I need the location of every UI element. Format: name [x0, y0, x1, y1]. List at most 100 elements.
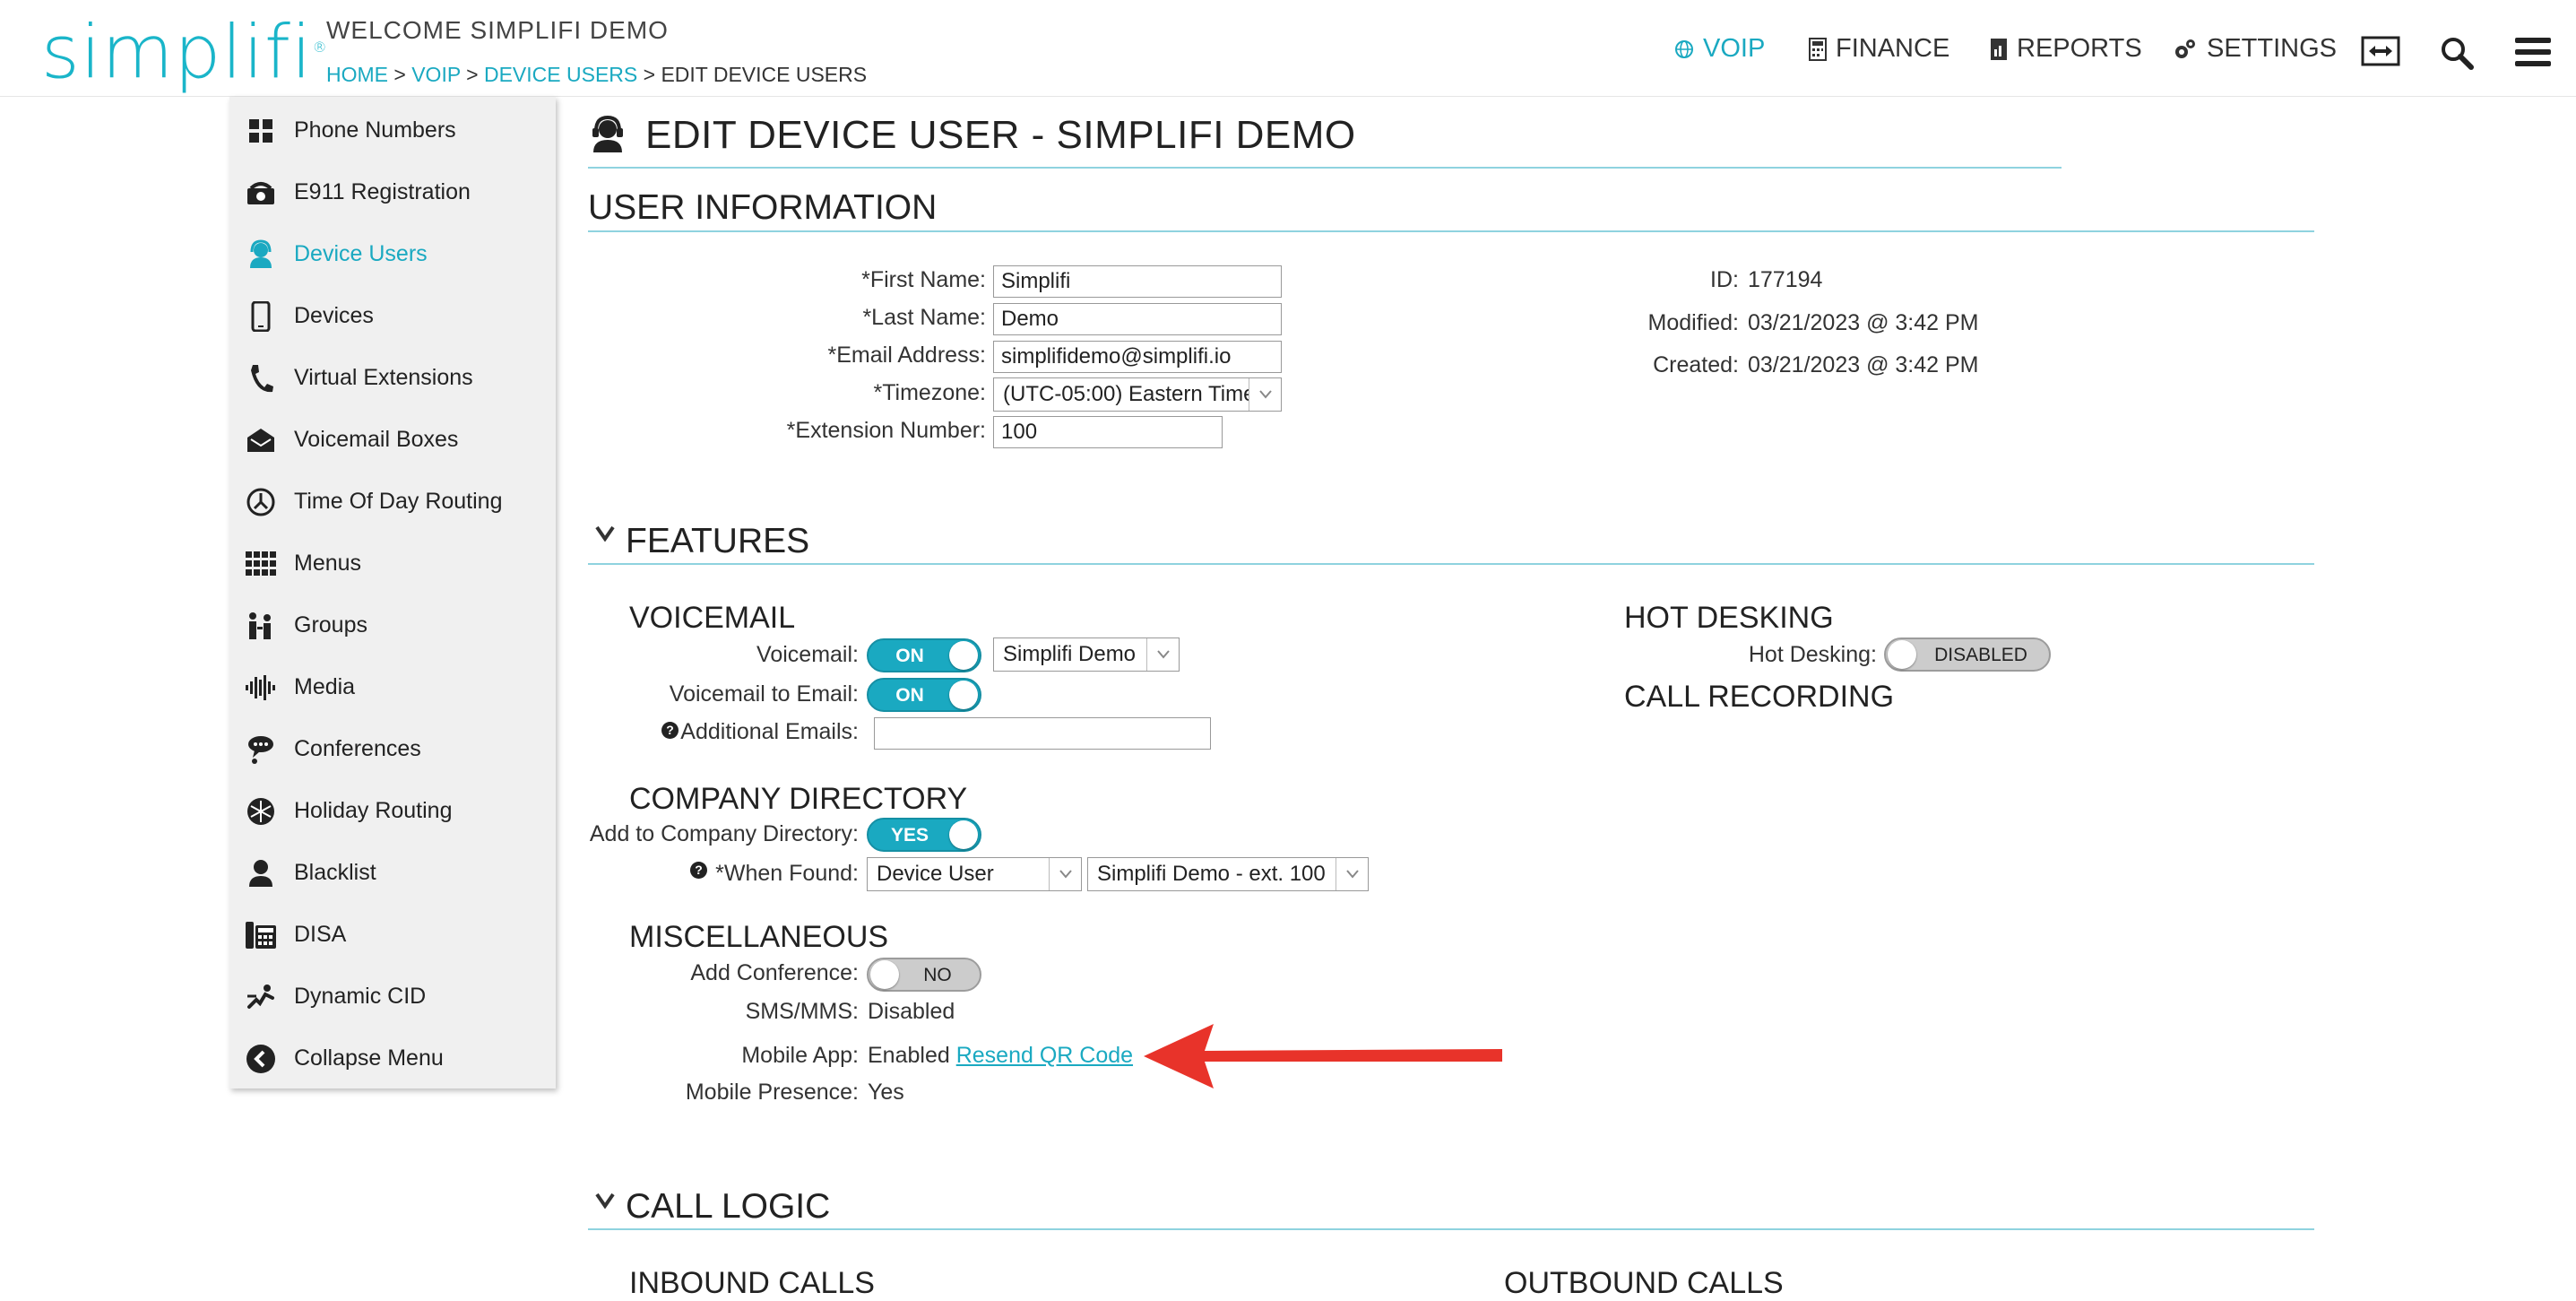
- running-person-icon: [244, 980, 278, 1014]
- sidebar-item-time-of-day-routing[interactable]: Time Of Day Routing: [229, 471, 556, 533]
- chevron-down-icon: [1049, 858, 1081, 890]
- additional-emails-label: Additional Emails:: [680, 719, 859, 744]
- sidebar-item-groups[interactable]: Groups: [229, 594, 556, 656]
- search-icon[interactable]: [2440, 36, 2474, 74]
- snowflake-icon: [244, 794, 278, 828]
- id-value: 177194: [1748, 267, 1823, 292]
- features-collapse-chevron-icon[interactable]: [595, 525, 615, 546]
- sidebar-item-virtual-extensions[interactable]: Virtual Extensions: [229, 347, 556, 409]
- sidebar-item-label: Conferences: [294, 736, 421, 761]
- sidebar-item-menus[interactable]: Menus: [229, 533, 556, 594]
- open-envelope-icon: [244, 423, 278, 457]
- extension-number-input[interactable]: [993, 416, 1223, 448]
- toggle-knob: [1888, 640, 1916, 669]
- nav-settings-label: SETTINGS: [2207, 34, 2338, 63]
- sms-mms-label: SMS/MMS:: [745, 999, 859, 1024]
- voicemail-to-email-label: Voicemail to Email:: [669, 681, 859, 707]
- sidebar-item-label: Menus: [294, 551, 362, 576]
- timezone-label: *Timezone:: [873, 380, 986, 405]
- voicemail-toggle[interactable]: ON: [867, 638, 981, 672]
- sidebar-item-label: Blacklist: [294, 860, 376, 885]
- add-to-company-directory-label: Add to Company Directory:: [589, 821, 859, 846]
- breadcrumb-sep: >: [643, 63, 656, 86]
- simplifi-logo[interactable]: simplifi®: [41, 7, 328, 93]
- blocked-user-icon: [244, 856, 278, 890]
- created-label: Created:: [1653, 352, 1739, 377]
- clock-icon: [244, 485, 278, 519]
- mobile-presence-value: Yes: [868, 1080, 904, 1105]
- voicemail-box-select[interactable]: Simplifi Demo: [993, 637, 1180, 672]
- hot-desking-heading: HOT DESKING: [1624, 601, 1834, 635]
- voicemail-label: Voicemail:: [756, 642, 859, 667]
- page-title: EDIT DEVICE USER - SIMPLIFI DEMO: [645, 113, 1356, 157]
- sidebar-item-label: Voicemail Boxes: [294, 427, 459, 452]
- sidebar-item-media[interactable]: Media: [229, 656, 556, 718]
- breadcrumb-voip[interactable]: VOIP: [411, 63, 461, 86]
- call-recording-heading: CALL RECORDING: [1624, 680, 1895, 714]
- nav-reports-label: REPORTS: [2017, 34, 2142, 63]
- calculator-icon: [1809, 37, 1827, 61]
- nav-finance[interactable]: FINANCE: [1809, 34, 1949, 64]
- sidebar-menu: Phone Numbers E911 Registration Device U…: [229, 97, 556, 1089]
- sidebar-item-e911-registration[interactable]: E911 Registration: [229, 161, 556, 223]
- voicemail-to-email-toggle[interactable]: ON: [867, 678, 981, 712]
- sidebar-item-dynamic-cid[interactable]: Dynamic CID: [229, 966, 556, 1028]
- call-logic-collapse-chevron-icon[interactable]: [595, 1193, 615, 1213]
- voicemail-box-value: Simplifi Demo: [1003, 642, 1137, 666]
- id-label: ID:: [1710, 267, 1739, 292]
- sidebar-item-label: Media: [294, 674, 356, 699]
- top-header: simplifi® WELCOME SIMPLIFI DEMO HOME > V…: [0, 0, 2576, 97]
- help-question-icon[interactable]: ?: [661, 722, 679, 739]
- hamburger-menu-icon[interactable]: [2515, 36, 2551, 73]
- sidebar-item-conferences[interactable]: Conferences: [229, 718, 556, 780]
- handset-icon: [244, 361, 278, 395]
- add-conference-toggle[interactable]: NO: [867, 958, 981, 992]
- sidebar-item-collapse-menu[interactable]: Collapse Menu: [229, 1028, 556, 1089]
- email-label: *Email Address:: [827, 343, 986, 368]
- features-heading: FEATURES: [626, 522, 810, 560]
- sidebar-item-disa[interactable]: DISA: [229, 904, 556, 966]
- sidebar-item-phone-numbers[interactable]: Phone Numbers: [229, 100, 556, 161]
- sidebar-item-blacklist[interactable]: Blacklist: [229, 842, 556, 904]
- email-input[interactable]: [993, 341, 1282, 373]
- sidebar-item-label: Virtual Extensions: [294, 365, 473, 390]
- additional-emails-input[interactable]: [874, 717, 1211, 750]
- timezone-select[interactable]: (UTC-05:00) Eastern Time: [993, 377, 1282, 412]
- breadcrumb-device-users[interactable]: DEVICE USERS: [484, 63, 637, 86]
- sidebar-item-device-users[interactable]: Device Users: [229, 223, 556, 285]
- nav-finance-label: FINANCE: [1836, 34, 1950, 63]
- when-found-type-select[interactable]: Device User: [867, 857, 1082, 891]
- sidebar-item-voicemail-boxes[interactable]: Voicemail Boxes: [229, 409, 556, 471]
- nav-voip[interactable]: VOIP: [1674, 34, 1765, 64]
- voicemail-heading: VOICEMAIL: [629, 601, 796, 635]
- globe-icon: [1675, 39, 1693, 58]
- gears-icon: [2175, 39, 2195, 58]
- sidebar-item-holiday-routing[interactable]: Holiday Routing: [229, 780, 556, 842]
- hot-desking-toggle[interactable]: DISABLED: [1884, 637, 2051, 672]
- add-to-company-directory-toggle[interactable]: YES: [867, 818, 981, 852]
- outbound-calls-heading: OUTBOUND CALLS: [1504, 1266, 1784, 1300]
- when-found-target-select[interactable]: Simplifi Demo - ext. 100: [1087, 857, 1369, 891]
- first-name-input[interactable]: [993, 265, 1282, 298]
- breadcrumb: HOME > VOIP > DEVICE USERS > EDIT DEVICE…: [326, 63, 867, 87]
- breadcrumb-sep: >: [393, 63, 406, 86]
- phone-registration-icon: [244, 176, 278, 210]
- breadcrumb-home[interactable]: HOME: [326, 63, 388, 86]
- sidebar-item-label: Collapse Menu: [294, 1045, 444, 1071]
- nav-settings[interactable]: SETTINGS: [2173, 34, 2337, 64]
- sidebar-item-devices[interactable]: Devices: [229, 285, 556, 347]
- nav-reports[interactable]: REPORTS: [1990, 34, 2142, 64]
- chevron-down-icon: [1249, 378, 1281, 411]
- breadcrumb-sep: >: [466, 63, 479, 86]
- help-question-icon[interactable]: ?: [690, 862, 707, 879]
- resend-qr-code-link[interactable]: Resend QR Code: [956, 1043, 1133, 1068]
- hot-desking-label: Hot Desking:: [1748, 642, 1877, 667]
- desk-phone-icon: [244, 918, 278, 952]
- page-title-icon: [588, 115, 627, 159]
- sidebar-item-label: Devices: [294, 303, 374, 328]
- user-information-underline: [588, 230, 2314, 232]
- when-found-label: *When Found:: [715, 861, 859, 886]
- breadcrumb-current: EDIT DEVICE USERS: [661, 63, 868, 86]
- last-name-input[interactable]: [993, 303, 1282, 335]
- expand-width-icon[interactable]: [2361, 36, 2400, 71]
